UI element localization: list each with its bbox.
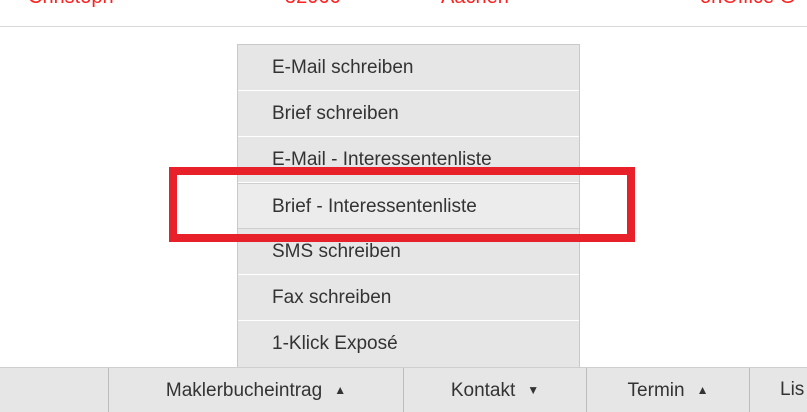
menu-item-sms[interactable]: SMS schreiben <box>238 229 579 275</box>
table-cell-zip: 52066 <box>285 0 341 9</box>
list-label: Lis <box>780 379 805 400</box>
broker-diary-button[interactable]: Maklerbucheintrag ▲ <box>108 368 403 412</box>
caret-up-icon: ▲ <box>696 383 709 397</box>
page: Christoph 52066 Aachen onOffice G E-Mail… <box>0 0 807 412</box>
menu-item-letter[interactable]: Brief schreiben <box>238 91 579 137</box>
contact-dropdown-menu: E-Mail schreiben Brief schreiben E-Mail … <box>237 44 580 368</box>
caret-up-icon: ▲ <box>334 383 347 397</box>
contact-label: Kontakt <box>450 380 516 401</box>
menu-item-letter-prospect-list[interactable]: Brief - Interessentenliste <box>238 183 579 229</box>
bottom-action-bar: Maklerbucheintrag ▲ Kontakt ▼ Termin ▲ Lis <box>0 367 807 412</box>
list-button[interactable]: Lis <box>749 368 807 412</box>
menu-item-fax[interactable]: Fax schreiben <box>238 275 579 321</box>
table-row[interactable]: Christoph 52066 Aachen onOffice G <box>0 0 807 10</box>
menu-item-email[interactable]: E-Mail schreiben <box>238 45 579 91</box>
appointment-button[interactable]: Termin ▲ <box>586 368 749 412</box>
table-cell-city: Aachen <box>441 0 509 9</box>
contact-button[interactable]: Kontakt ▼ <box>403 368 586 412</box>
caret-down-icon: ▼ <box>527 383 540 397</box>
menu-item-email-prospect-list[interactable]: E-Mail - Interessentenliste <box>238 137 579 183</box>
row-divider <box>0 26 807 27</box>
table-cell-name: Christoph <box>28 0 114 9</box>
broker-diary-label: Maklerbucheintrag <box>165 380 323 401</box>
table-cell-company: onOffice G <box>700 0 795 9</box>
appointment-label: Termin <box>627 380 685 401</box>
menu-item-one-click-expose[interactable]: 1-Klick Exposé <box>238 321 579 367</box>
